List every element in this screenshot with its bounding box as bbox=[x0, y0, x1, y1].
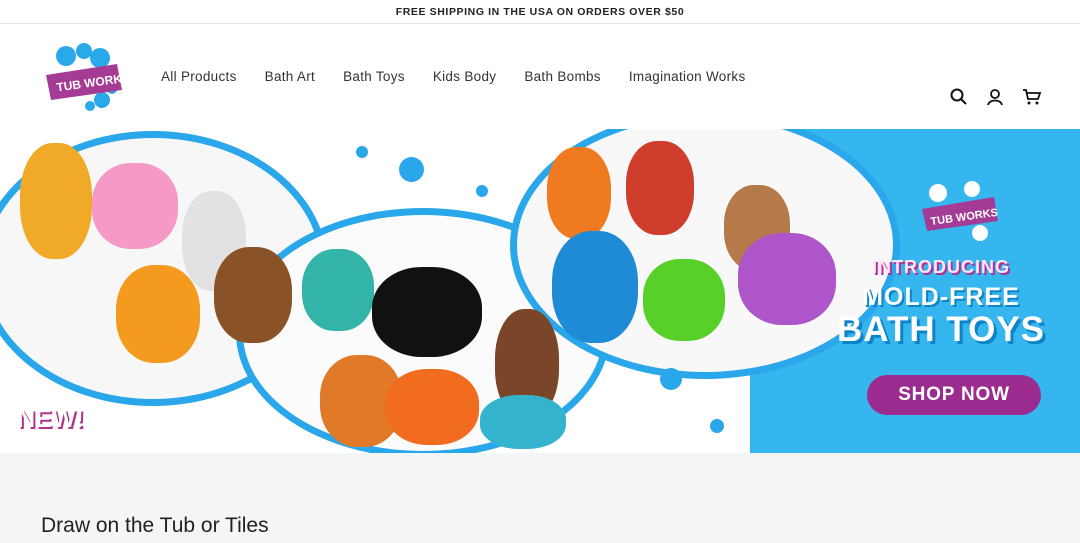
section-title: Draw on the Tub or Tiles bbox=[41, 514, 269, 537]
new-badge: NEW! bbox=[17, 405, 84, 433]
announcement-bar: FREE SHIPPING IN THE USA ON ORDERS OVER … bbox=[0, 0, 1080, 24]
account-icon[interactable] bbox=[986, 88, 1004, 106]
nav-bath-art[interactable]: Bath Art bbox=[265, 69, 315, 84]
nav-imagination-works[interactable]: Imagination Works bbox=[629, 69, 746, 84]
shop-now-button[interactable]: SHOP NOW bbox=[867, 375, 1041, 415]
hippo-toy bbox=[738, 233, 836, 325]
bubble bbox=[476, 185, 488, 197]
turtle-toy bbox=[480, 395, 566, 449]
elephant-toy bbox=[92, 163, 178, 249]
tiger-toy bbox=[547, 147, 611, 239]
giraffe-toy bbox=[20, 143, 92, 259]
nav-all-products[interactable]: All Products bbox=[161, 69, 237, 84]
nav-bath-toys[interactable]: Bath Toys bbox=[343, 69, 405, 84]
bubble bbox=[399, 157, 424, 182]
search-icon[interactable] bbox=[950, 88, 968, 106]
site-header: TUB WORKS All Products Bath Art Bath Toy… bbox=[0, 24, 1080, 129]
orca-toy bbox=[372, 267, 482, 357]
clownfish-toy bbox=[385, 369, 479, 445]
whale-toy bbox=[302, 249, 374, 331]
bubble bbox=[660, 368, 682, 390]
bubble bbox=[710, 419, 724, 433]
nav-bath-bombs[interactable]: Bath Bombs bbox=[524, 69, 601, 84]
crocodile-toy bbox=[643, 259, 725, 341]
lion-toy bbox=[116, 265, 200, 363]
mold-free-text: MOLD-FREE bbox=[862, 283, 1020, 311]
cart-icon[interactable] bbox=[1022, 88, 1042, 106]
parrot-toy bbox=[552, 231, 638, 343]
bath-toys-headline: BATH TOYS bbox=[837, 310, 1045, 349]
leopard-toy bbox=[214, 247, 292, 343]
hero-banner[interactable]: TUB WORKS INTRODUCING MOLD-FREE BATH TOY… bbox=[0, 129, 1080, 453]
nav-kids-body[interactable]: Kids Body bbox=[433, 69, 496, 84]
header-actions bbox=[950, 88, 1042, 106]
bubble bbox=[356, 146, 368, 158]
introducing-text: INTRODUCING bbox=[872, 257, 1010, 277]
promo-logo-icon: TUB WORKS bbox=[922, 181, 999, 241]
monkey-toy bbox=[626, 141, 694, 235]
tub-works-logo[interactable]: TUB WORKS bbox=[42, 42, 131, 114]
announcement-text: FREE SHIPPING IN THE USA ON ORDERS OVER … bbox=[395, 5, 685, 18]
main-navigation: All Products Bath Art Bath Toys Kids Bod… bbox=[161, 24, 774, 129]
